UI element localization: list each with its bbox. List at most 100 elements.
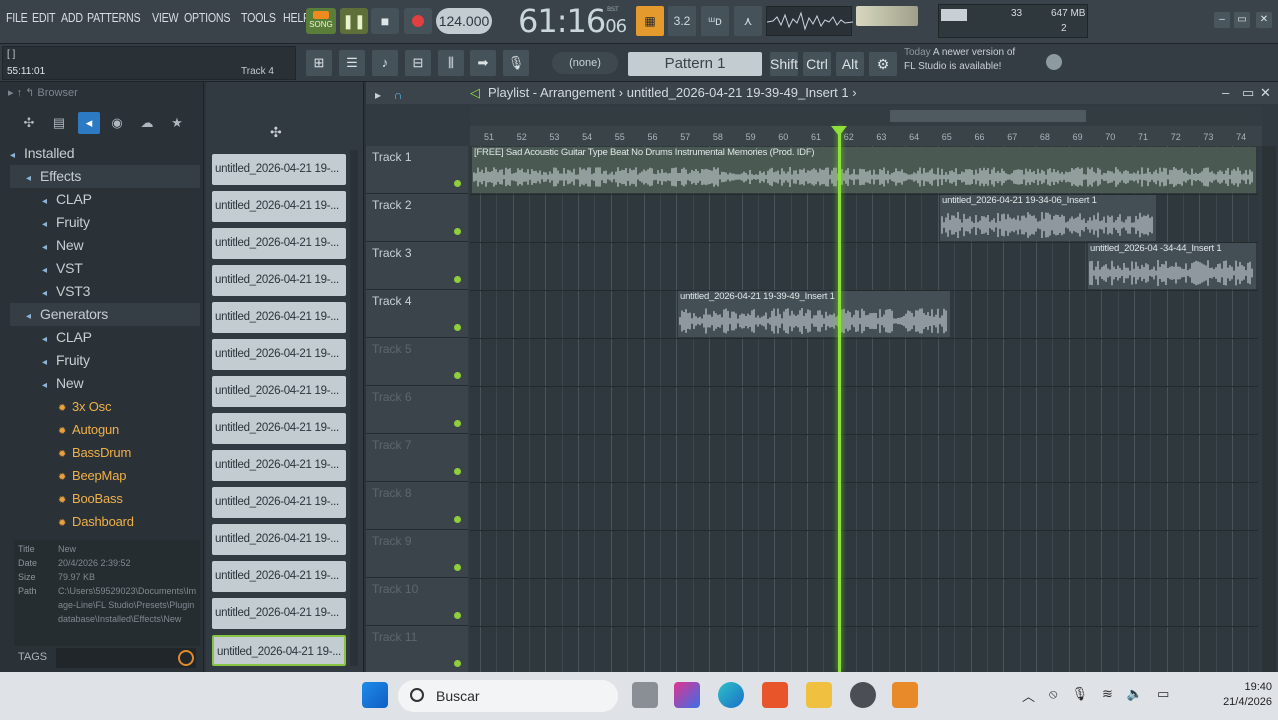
playlist-scrollbar[interactable] [1262, 146, 1276, 672]
file-icon[interactable]: ▤ [48, 112, 70, 134]
track-mute-led[interactable] [454, 420, 461, 427]
track-header[interactable]: Track 8 [366, 482, 468, 530]
picker-clip-item[interactable]: untitled_2026-04-21 19-... [212, 413, 346, 444]
battery-icon[interactable]: ▭ [1157, 686, 1169, 705]
browser-arrow-icon[interactable]: ▸ ↑ ↰ [8, 87, 37, 99]
track-header[interactable]: Track 5 [366, 338, 468, 386]
track-mute-led[interactable] [454, 276, 461, 283]
track-mute-led[interactable] [454, 372, 461, 379]
typing-keyboard-icon[interactable]: ▦ [636, 6, 664, 36]
picker-clip-item[interactable]: untitled_2026-04-21 19-... [212, 191, 346, 222]
news-panel[interactable]: Today A newer version of FL Studio is av… [904, 46, 1064, 80]
browser-folder-item[interactable]: ◂ Installed [10, 142, 200, 165]
arrow-right-icon[interactable]: ➡ [470, 50, 496, 76]
plugin-database-icon[interactable]: ◂ [78, 112, 100, 134]
track-mute-led[interactable] [454, 228, 461, 235]
picker-clip-item[interactable]: untitled_2026-04-21 19-... [212, 154, 346, 185]
overview-window[interactable] [890, 110, 1086, 122]
windows-start-icon[interactable] [362, 682, 388, 708]
playlist-icon[interactable]: ☰ [339, 50, 365, 76]
track-header[interactable]: Track 11 [366, 626, 468, 674]
browser-folder-item[interactable]: ◂ Fruity [10, 349, 200, 372]
task-view-icon[interactable] [632, 682, 658, 708]
move-icon[interactable]: ✣ [270, 124, 282, 141]
stop-button[interactable]: ■ [371, 8, 399, 34]
chevron-up-icon[interactable]: ︿ [1022, 686, 1035, 705]
metronome-icon[interactable]: ⋏ [734, 6, 762, 36]
track-mute-led[interactable] [454, 612, 461, 619]
browser-folder-item[interactable]: ◂ Fruity [10, 211, 200, 234]
picker-clip-item[interactable]: untitled_2026-04-21 19-... [212, 228, 346, 259]
audio-clip[interactable]: untitled_2026-04 -34-44_Insert 1 [1088, 243, 1256, 289]
picker-clip-item[interactable]: untitled_2026-04-21 19-... [212, 302, 346, 333]
master-volume-slider[interactable] [856, 6, 918, 26]
playhead-marker[interactable] [831, 126, 847, 136]
browser-folder-item[interactable]: ◂ VST [10, 257, 200, 280]
minimize-icon[interactable]: – [1214, 12, 1230, 28]
browser-plugin-item[interactable]: ✹ Autogun [10, 418, 200, 441]
song-mode-button[interactable]: SONG [306, 8, 336, 34]
network-icon[interactable]: ⦸ [1049, 686, 1057, 705]
picker-scrollbar[interactable] [350, 150, 358, 666]
track-header[interactable]: Track 3 [366, 242, 468, 290]
track-header[interactable]: Track 7 [366, 434, 468, 482]
menu-options[interactable]: OPTIONS [184, 10, 231, 25]
browser-folder-item[interactable]: ◂ New [10, 372, 200, 395]
track-header[interactable]: Track 1 [366, 146, 468, 194]
browser-plugin-item[interactable]: ✹ 3x Osc [10, 395, 200, 418]
brave-icon[interactable] [762, 682, 788, 708]
collapse-icon[interactable]: ✣ [18, 112, 40, 134]
globe-icon[interactable] [1046, 54, 1062, 70]
browser-folder-item[interactable]: ◂ CLAP [10, 188, 200, 211]
microphone-icon[interactable]: 🎙 [1072, 686, 1089, 705]
speaker-icon[interactable]: 🔈 [1127, 686, 1143, 705]
maximize-icon[interactable]: ▭ [1242, 82, 1254, 104]
picker-clip-item[interactable]: untitled_2026-04-21 19-... [212, 635, 346, 666]
picker-clip-item[interactable]: untitled_2026-04-21 19-... [212, 339, 346, 370]
magnet-icon[interactable]: ∩ [390, 84, 406, 102]
picker-clip-item[interactable]: untitled_2026-04-21 19-... [212, 450, 346, 481]
track-mute-led[interactable] [454, 660, 461, 667]
browser-folder-item[interactable]: ◂ New [10, 234, 200, 257]
microphone-icon[interactable]: 🎙 [503, 50, 529, 76]
browser-plugin-item[interactable]: ✹ BeepMap [10, 464, 200, 487]
audio-clip[interactable]: untitled_2026-04-21 19-39-49_Insert 1 [678, 291, 950, 337]
menu-patterns[interactable]: PATTERNS [87, 10, 141, 25]
track-mute-led[interactable] [454, 564, 461, 571]
picker-clip-item[interactable]: untitled_2026-04-21 19-... [212, 561, 346, 592]
step-edit-icon[interactable]: 3.2 [668, 6, 696, 36]
browser-folder-item[interactable]: ◂ VST3 [10, 280, 200, 303]
edge-icon[interactable] [718, 682, 744, 708]
blend-notes-icon[interactable]: ᵚᴅ [701, 6, 729, 36]
audio-clip[interactable]: untitled_2026-04-21 19-34-06_Insert 1 [940, 195, 1156, 241]
arrow-icon[interactable]: ▸ [370, 84, 386, 102]
world-icon[interactable]: ◉ [106, 112, 128, 134]
picker-clip-item[interactable]: untitled_2026-04-21 19-... [212, 265, 346, 296]
browser-plugin-item[interactable]: ✹ BassDrum [10, 441, 200, 464]
browser-folder-item[interactable]: ◂ CLAP [10, 326, 200, 349]
timeline-ruler[interactable]: 51 52 53 54 55 56 57 58 59 60 61 62 63 64 65 66 67 68 69 70… [470, 126, 1262, 146]
gear-icon[interactable]: ⚙ [869, 52, 897, 76]
browser-plugin-item[interactable]: ✹ BooBass [10, 487, 200, 510]
taskbar-clock[interactable]: 19:40 21/4/2026 [1196, 680, 1272, 710]
wifi-icon[interactable]: ≋ [1102, 686, 1113, 705]
menu-file[interactable]: FILE [6, 10, 28, 25]
track-header[interactable]: Track 2 [366, 194, 468, 242]
minimize-icon[interactable]: – [1222, 82, 1229, 104]
shift-key-button[interactable]: Shift [770, 52, 798, 76]
track-header[interactable]: Track 4 [366, 290, 468, 338]
arrangement-grid[interactable]: [FREE] Sad Acoustic Guitar Type Beat No … [470, 146, 1258, 672]
menu-edit[interactable]: EDIT [32, 10, 56, 25]
ctrl-key-button[interactable]: Ctrl [803, 52, 831, 76]
obs-icon[interactable] [850, 682, 876, 708]
browser-plugin-item[interactable]: ✹DirectWave [10, 533, 200, 538]
track-header[interactable]: Track 6 [366, 386, 468, 434]
audio-clip[interactable]: [FREE] Sad Acoustic Guitar Type Beat No … [472, 147, 1256, 193]
alt-key-button[interactable]: Alt [836, 52, 864, 76]
browser-plugin-item[interactable]: ✹ Dashboard [10, 510, 200, 533]
piano-roll-icon[interactable]: ♪ [372, 50, 398, 76]
picker-clip-item[interactable]: untitled_2026-04-21 19-... [212, 598, 346, 629]
star-icon[interactable]: ★ [166, 112, 188, 134]
track-mute-led[interactable] [454, 516, 461, 523]
pattern-selector[interactable]: Pattern 1 [628, 52, 762, 76]
